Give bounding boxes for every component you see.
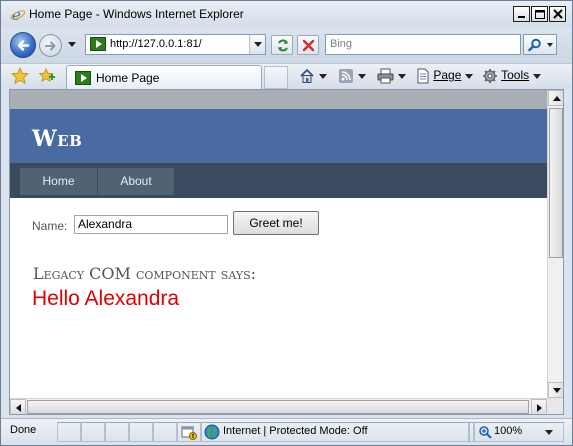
feeds-button[interactable] [338, 68, 366, 86]
status-panel [153, 422, 177, 442]
refresh-button[interactable] [271, 35, 293, 55]
horizontal-scroll-thumb[interactable] [27, 400, 529, 414]
status-panel [129, 422, 153, 442]
forward-arrow-icon [45, 41, 56, 51]
stop-button[interactable] [297, 35, 319, 55]
search-input[interactable]: Bing [330, 38, 352, 50]
print-button[interactable] [377, 68, 406, 86]
site-title: Web [32, 126, 83, 152]
says-heading: Legacy COM component says: [33, 264, 257, 283]
zoom-control[interactable]: 100% [474, 422, 564, 442]
tools-menu[interactable]: Tools [482, 68, 542, 86]
globe-icon [204, 424, 220, 440]
refresh-icon [278, 39, 288, 52]
status-panel [105, 422, 129, 442]
scroll-right-button[interactable] [531, 399, 547, 414]
address-dropdown-button[interactable] [249, 35, 265, 54]
minimize-icon [518, 16, 525, 18]
security-zone-panel[interactable]: Internet | Protected Mode: Off [201, 422, 469, 442]
address-input[interactable]: http://127.0.0.1:81/ [110, 38, 202, 50]
printer-icon [377, 68, 394, 84]
popup-warning-icon [181, 426, 197, 440]
search-icon [528, 38, 541, 52]
chevron-down-icon [398, 73, 406, 79]
page-icon [417, 68, 429, 84]
tab-home-page[interactable]: Home Page [66, 65, 262, 89]
add-favorite-icon[interactable] [38, 67, 56, 85]
search-box[interactable]: Bing [325, 34, 521, 55]
chevron-down-icon [358, 73, 366, 79]
menu-item-about[interactable]: About [98, 168, 174, 195]
back-button[interactable] [10, 32, 36, 58]
site-header: Web [10, 109, 547, 163]
page-menu-label: Page [433, 68, 462, 83]
page-top-strip [10, 90, 547, 109]
browser-window: e Home Page - Windows Internet Explorer … [0, 0, 573, 446]
page-icon [90, 37, 106, 51]
scroll-left-button[interactable] [10, 399, 26, 414]
name-input[interactable]: Alexandra [74, 215, 228, 234]
home-button[interactable] [299, 68, 327, 86]
maximize-icon [535, 10, 545, 19]
chevron-down-icon [319, 73, 327, 79]
zoom-level: 100% [494, 425, 523, 437]
vertical-scroll-thumb[interactable] [549, 108, 563, 258]
search-options-dropdown[interactable] [547, 43, 553, 47]
gear-icon [483, 69, 497, 83]
status-panel [57, 422, 81, 442]
home-icon [300, 68, 314, 83]
address-bar[interactable]: http://127.0.0.1:81/ [85, 34, 266, 55]
window-title: Home Page - Windows Internet Explorer [29, 7, 244, 21]
maximize-button[interactable] [531, 6, 548, 22]
close-icon [553, 9, 563, 19]
tools-menu-label: Tools [501, 68, 530, 83]
greet-button[interactable]: Greet me! [233, 211, 319, 235]
feeds-icon [339, 69, 353, 83]
status-text: Done [10, 424, 37, 436]
security-zone-text: Internet | Protected Mode: Off [223, 425, 368, 437]
menu-item-home[interactable]: Home [20, 168, 97, 195]
scrollbar-corner [547, 398, 563, 414]
page-viewport: Web Home About Name: Alexandra Greet me!… [9, 89, 564, 415]
chevron-down-icon [465, 73, 474, 79]
greeting-result: Hello Alexandra [32, 287, 180, 310]
status-panel [81, 422, 105, 442]
name-label: Name: [32, 219, 68, 233]
page-icon [75, 71, 91, 85]
status-bar: Done Internet | Protected Mode: Off 100% [1, 418, 572, 445]
ie-logo-icon: e [10, 6, 26, 22]
navigation-bar: http://127.0.0.1:81/ Bing [1, 27, 572, 63]
command-bar: Home Page Page Tools [1, 63, 572, 89]
scroll-down-button[interactable] [548, 382, 563, 398]
popup-blocker-panel[interactable] [177, 422, 201, 442]
zoom-icon [479, 426, 492, 439]
chevron-down-icon [545, 430, 553, 435]
recent-pages-dropdown[interactable] [68, 42, 76, 47]
title-bar: e Home Page - Windows Internet Explorer [1, 1, 572, 27]
minimize-button[interactable] [513, 6, 530, 22]
horizontal-scrollbar[interactable] [10, 398, 547, 414]
new-tab-button[interactable] [264, 66, 288, 89]
stop-icon [302, 39, 315, 52]
scroll-up-button[interactable] [548, 90, 563, 106]
favorites-star-icon[interactable] [11, 67, 29, 85]
search-button[interactable] [523, 34, 557, 55]
page-menu[interactable]: Page [416, 68, 474, 86]
back-arrow-icon [17, 40, 30, 51]
site-menu: Home About [10, 163, 547, 198]
vertical-scrollbar[interactable] [547, 90, 563, 398]
tab-label: Home Page [96, 71, 160, 85]
forward-button[interactable] [39, 34, 62, 57]
close-button[interactable] [549, 6, 566, 22]
chevron-down-icon [533, 73, 542, 79]
